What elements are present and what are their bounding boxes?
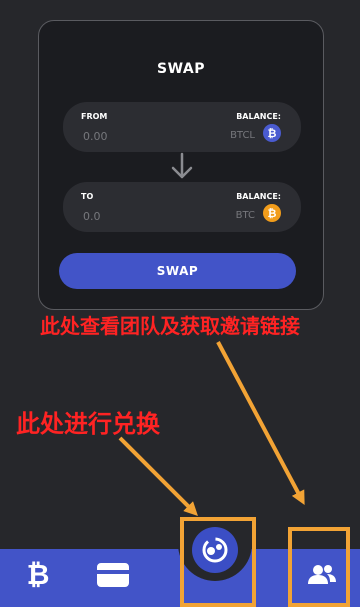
from-token-label: BTCL bbox=[230, 130, 255, 141]
from-label: FROM bbox=[81, 112, 108, 121]
from-balance-label: BALANCE: bbox=[236, 112, 281, 121]
to-row[interactable]: TO BALANCE: 0.0 BTC ₿ bbox=[63, 182, 301, 232]
wallet-icon[interactable] bbox=[96, 562, 130, 588]
arrow-to-team bbox=[216, 341, 305, 505]
bitcoin-icon[interactable]: ₿ bbox=[24, 561, 52, 589]
to-balance-label: BALANCE: bbox=[236, 192, 281, 201]
swap-button[interactable]: SWAP bbox=[59, 253, 296, 289]
to-token-label: BTC bbox=[235, 210, 255, 221]
swap-highlight-box bbox=[180, 517, 256, 607]
from-amount-input[interactable]: 0.00 bbox=[83, 130, 108, 143]
bitcoin-icon: ₿ bbox=[263, 204, 281, 222]
swap-hint-annotation: 此处进行兑换 bbox=[16, 410, 160, 438]
team-hint-annotation: 此处查看团队及获取邀请链接 bbox=[40, 314, 300, 338]
card-title: SWAP bbox=[157, 61, 205, 77]
from-row[interactable]: FROM BALANCE: 0.00 BTCL ₿ bbox=[63, 102, 301, 152]
arrow-to-swap bbox=[118, 436, 198, 516]
arrow-down-icon[interactable] bbox=[169, 151, 195, 181]
bitcoin-icon: ₿ bbox=[263, 124, 281, 142]
swap-card: SWAP FROM BALANCE: 0.00 BTCL ₿ TO BALANC… bbox=[38, 20, 324, 310]
to-amount-input[interactable]: 0.0 bbox=[83, 210, 101, 223]
screen: SWAP FROM BALANCE: 0.00 BTCL ₿ TO BALANC… bbox=[0, 0, 360, 607]
team-highlight-box bbox=[288, 527, 350, 607]
to-label: TO bbox=[81, 192, 94, 201]
